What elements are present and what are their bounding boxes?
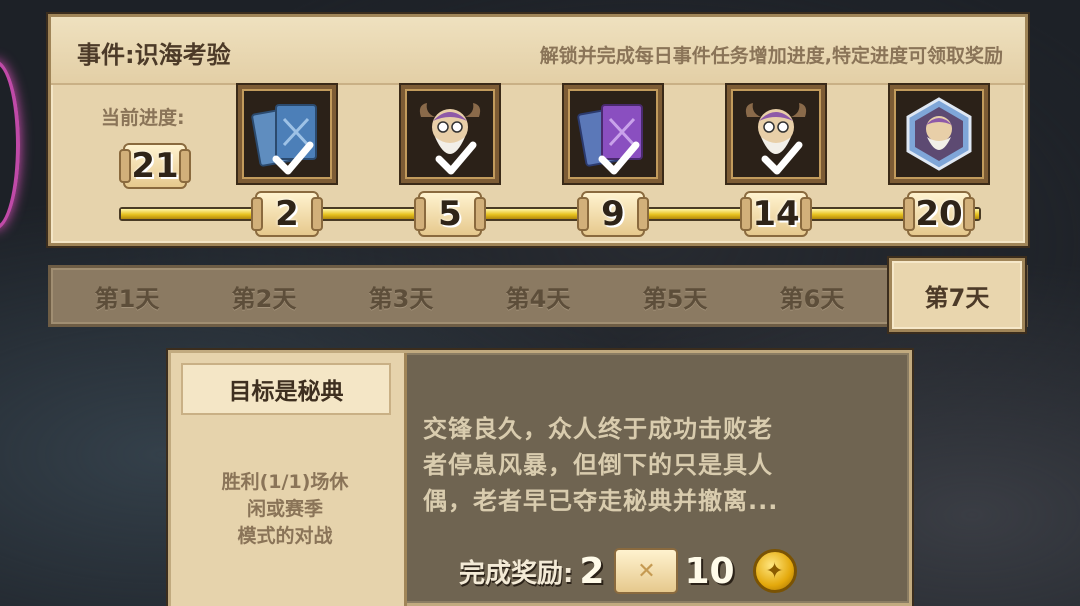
story-line: 者停息风暴，但倒下的只是具人	[423, 451, 773, 479]
reward-coin-count: 10	[684, 550, 735, 592]
completion-reward: 完成奖励: 2 ✕ 10 ✦	[459, 543, 797, 599]
left-edge-glow	[0, 60, 20, 230]
task-title: 目标是秘典	[181, 363, 391, 415]
reward-frame[interactable]	[401, 85, 499, 183]
event-header: 事件:识海考验 解锁并完成每日事件任务增加进度,特定进度可领取奖励	[51, 17, 1025, 85]
tab-day-7[interactable]: 第7天	[889, 258, 1025, 332]
check-icon	[761, 141, 803, 175]
task-description-line: 模式的对战	[237, 525, 333, 547]
milestone-9[interactable]: 9	[563, 85, 663, 245]
tab-day-3[interactable]: 第3天	[333, 268, 469, 324]
current-progress-badge: 21	[119, 143, 191, 189]
task-goal-panel: 目标是秘典 胜利(1/1)场休 闲或赛季 模式的对战	[171, 353, 407, 606]
tab-day-5[interactable]: 第5天	[607, 268, 743, 324]
story-line: 偶，老者早已夺走秘典并撤离...	[423, 487, 779, 515]
task-card: 目标是秘典 胜利(1/1)场休 闲或赛季 模式的对战 交锋良久，众人终于成功击败…	[168, 350, 912, 606]
gold-coin-icon: ✦	[752, 549, 797, 593]
tab-day-4[interactable]: 第4天	[470, 268, 606, 324]
reward-frame[interactable]	[890, 85, 988, 183]
tab-day-1[interactable]: 第1天	[59, 268, 195, 324]
reward-label: 完成奖励:	[459, 558, 574, 589]
reward-frame[interactable]	[727, 85, 825, 183]
task-story-text: 交锋良久，众人终于成功击败老 者停息风暴，但倒下的只是具人 偶，老者早已夺走秘典…	[423, 411, 893, 519]
milestone-2[interactable]: 2	[237, 85, 337, 245]
story-line: 交锋良久，众人终于成功击败老	[423, 415, 773, 443]
milestone-value: 20	[903, 191, 975, 237]
current-progress-label: 当前进度:	[101, 107, 185, 129]
milestone-20[interactable]: 20	[889, 85, 989, 245]
milestone-value: 2	[251, 191, 323, 237]
check-icon	[435, 141, 477, 175]
milestone-value: 5	[414, 191, 486, 237]
tab-day-2[interactable]: 第2天	[196, 268, 332, 324]
tab-day-6[interactable]: 第6天	[744, 268, 880, 324]
event-progress-panel: 事件:识海考验 解锁并完成每日事件任务增加进度,特定进度可领取奖励 当前进度: …	[48, 14, 1028, 246]
task-description-line: 闲或赛季	[246, 498, 323, 520]
reward-frame[interactable]	[238, 85, 336, 183]
task-description: 胜利(1/1)场休 闲或赛季 模式的对战	[185, 469, 385, 550]
milestone-value: 9	[577, 191, 649, 237]
event-description: 解锁并完成每日事件任务增加进度,特定进度可领取奖励	[539, 45, 1003, 67]
day-tab-bar: 第1天 第2天 第3天 第4天 第5天 第6天 第7天	[48, 258, 1028, 332]
progress-scroll-icon: ✕	[614, 548, 679, 594]
milestone-value: 14	[740, 191, 812, 237]
reward-scroll-count: 2	[579, 550, 605, 592]
check-icon	[598, 141, 640, 175]
milestone-14[interactable]: 14	[726, 85, 826, 245]
event-title: 事件:识海考验	[77, 41, 231, 69]
elder-avatar-frame-icon	[906, 97, 972, 171]
check-icon	[272, 141, 314, 175]
task-description-line: 胜利(1/1)场休	[221, 471, 349, 493]
milestone-5[interactable]: 5	[400, 85, 500, 245]
reward-frame[interactable]	[564, 85, 662, 183]
